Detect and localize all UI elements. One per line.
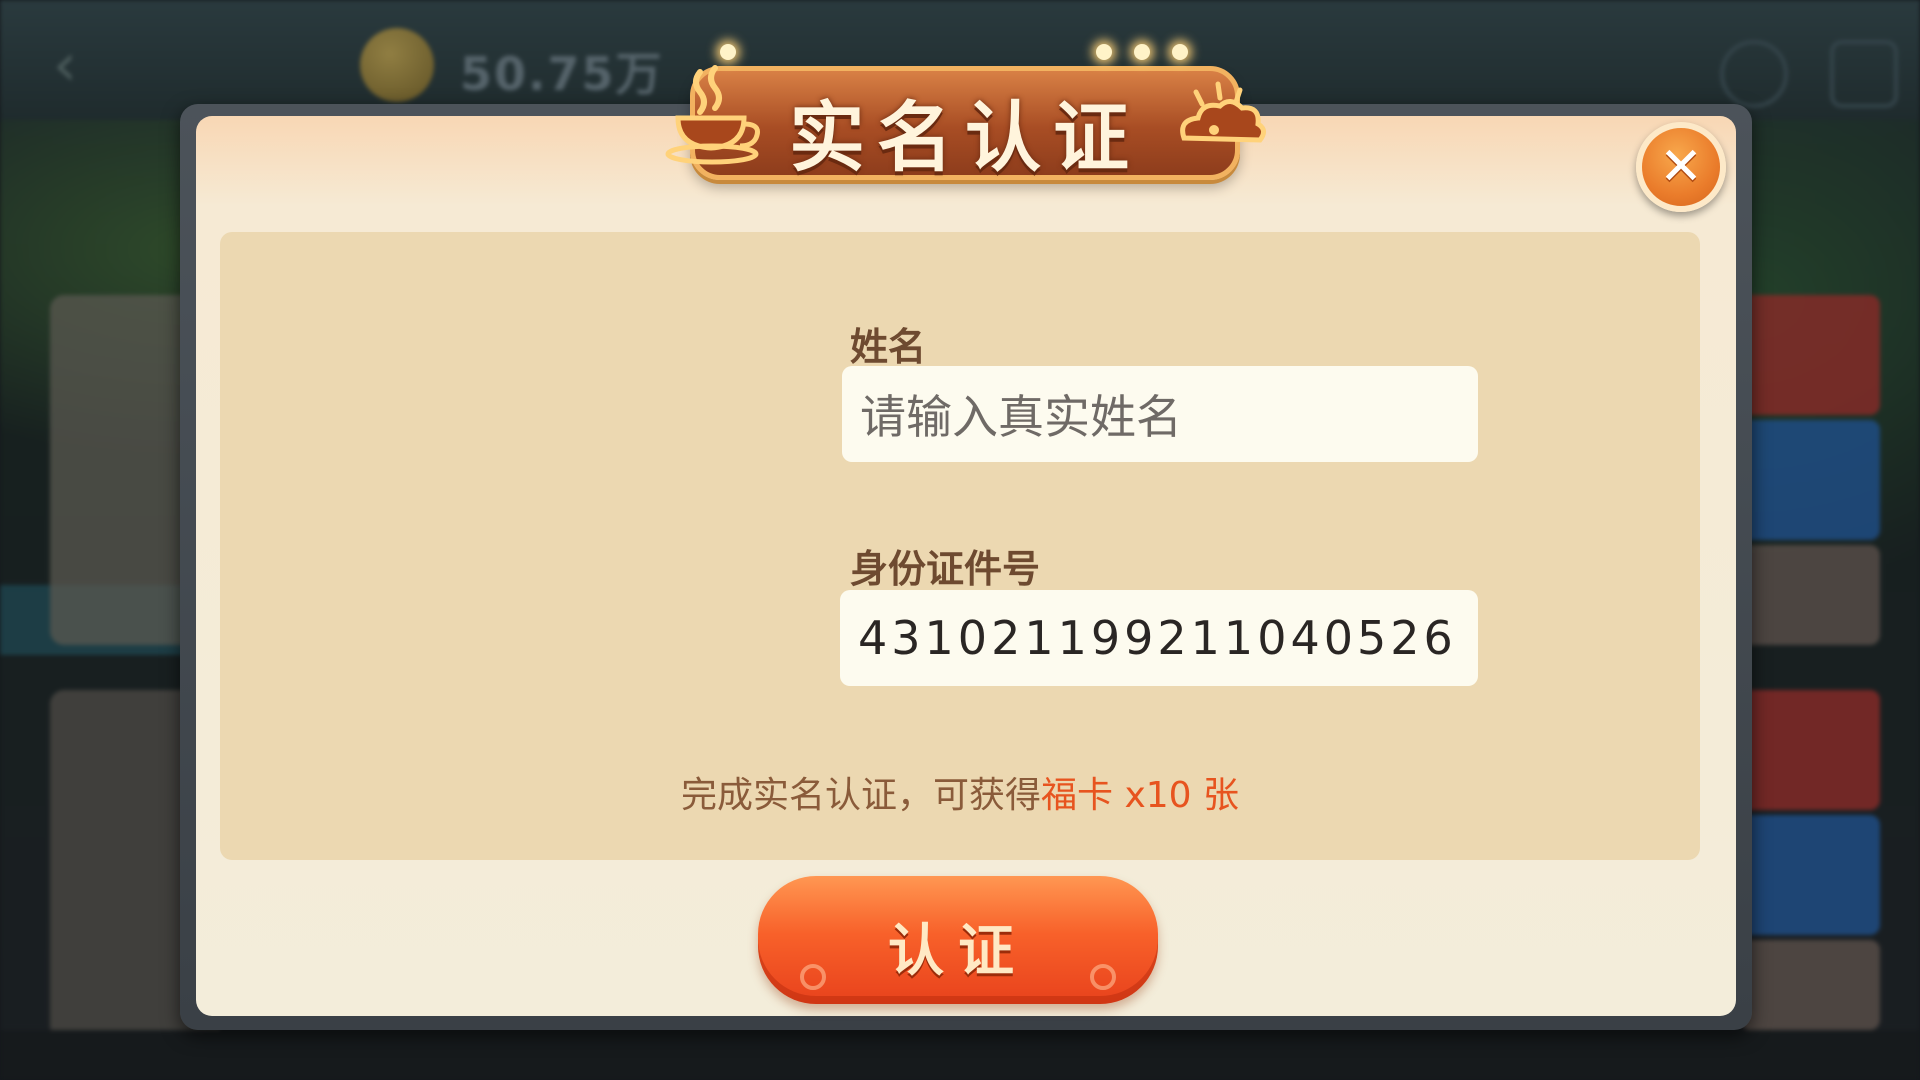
sparkle-dot: [1134, 44, 1150, 60]
form-panel: 姓名 请输入真实姓名 身份证件号 431021199211040526 完成实名…: [220, 232, 1700, 860]
confirm-auth-label: 认证: [888, 919, 1028, 984]
close-button[interactable]: ✕: [1636, 122, 1726, 212]
confirm-auth-button[interactable]: 认证: [758, 876, 1158, 1004]
lobby-card-right: [1740, 420, 1880, 540]
lobby-card-right: [1740, 690, 1880, 810]
coin-amount: 50.75万: [460, 47, 664, 101]
close-icon: ✕: [1659, 137, 1703, 197]
reward-highlight: 福卡 x10 张: [1041, 775, 1240, 816]
dialog-title: 实名认证: [789, 93, 1141, 182]
id-number-label: 身份证件号: [850, 547, 1041, 591]
id-number-input[interactable]: 431021199211040526: [840, 590, 1478, 686]
bottom-bar: [0, 1030, 1920, 1080]
lobby-card-right: [1740, 295, 1880, 415]
settings-icon: [1720, 40, 1788, 108]
sparkle-dot: [1096, 44, 1112, 60]
menu-icon: [1830, 40, 1898, 108]
reward-text: 完成实名认证，可获得福卡 x10 张: [220, 766, 1700, 818]
name-input[interactable]: 请输入真实姓名: [842, 366, 1478, 462]
sparkle-dot: [1172, 44, 1188, 60]
lobby-card-right: [1740, 815, 1880, 935]
back-arrow-icon: ‹: [53, 30, 77, 100]
coin-icon: [360, 28, 434, 102]
lobby-card-right: [1740, 940, 1880, 1030]
title-banner: 实名认证: [650, 44, 1270, 188]
lobby-card-right: [1740, 545, 1880, 645]
name-label: 姓名: [850, 325, 927, 369]
reward-text-prefix: 完成实名认证，可获得: [680, 775, 1041, 816]
